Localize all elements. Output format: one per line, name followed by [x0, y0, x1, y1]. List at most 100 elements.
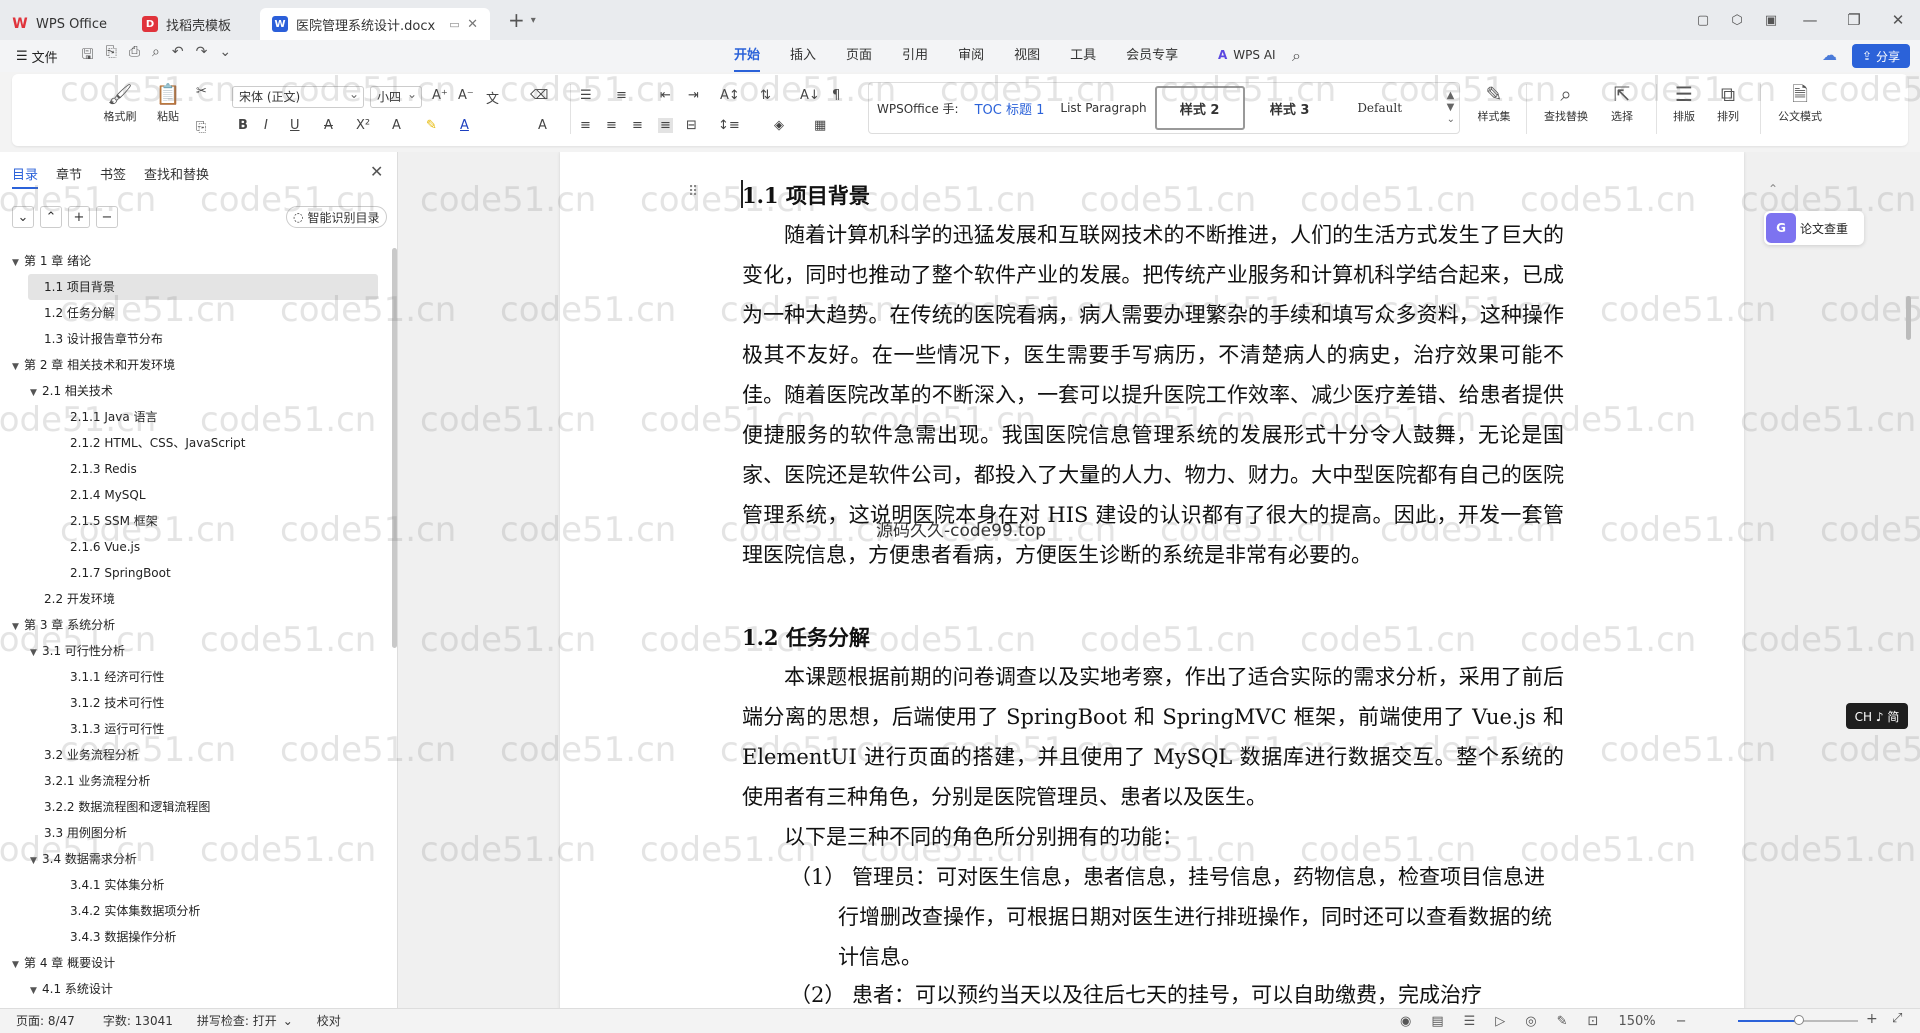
char-shading-icon[interactable]: A [538, 118, 547, 133]
nav-tab-toc[interactable]: 目录 [12, 164, 39, 189]
add-heading-icon[interactable]: + [68, 206, 90, 228]
cube-icon[interactable]: ⬡ [1720, 13, 1754, 28]
tab-review[interactable]: 审阅 [958, 40, 984, 72]
caret-down-icon[interactable]: ▼ [12, 952, 24, 978]
cut-icon[interactable]: ✂ [196, 84, 207, 99]
zoom-out-icon[interactable]: − [1676, 1014, 1687, 1029]
style-wpsoffice[interactable]: WPSOffice 手: [869, 86, 967, 130]
page-indicator[interactable]: 页面: 8/47 [16, 1012, 75, 1029]
ime-indicator[interactable]: CH ♪ 简 [1846, 703, 1908, 729]
save-icon[interactable]: 🖫 [82, 44, 94, 68]
font-color-icon[interactable]: A [460, 118, 469, 133]
proofread[interactable]: 校对 [317, 1012, 341, 1029]
layout-icon[interactable]: ▢ [1686, 13, 1720, 28]
chevron-down-icon[interactable]: ⌄ [219, 44, 231, 68]
align-left-icon[interactable]: ≡ [580, 118, 591, 133]
fullscreen-icon[interactable]: ⤢ [1892, 1011, 1902, 1026]
style-3[interactable]: 样式 3 [1245, 86, 1335, 130]
file-menu[interactable]: ☰ 文件 [16, 47, 58, 66]
nav-tab-bookmarks[interactable]: 书签 [100, 164, 126, 189]
nav-scrollbar[interactable] [392, 248, 397, 648]
underline-icon[interactable]: U [290, 118, 300, 133]
shading-icon[interactable]: ◈ [774, 118, 784, 133]
copy-icon[interactable]: ⎘ [196, 120, 206, 135]
toc-item[interactable]: 3.4.3 数据操作分析 [0, 924, 392, 950]
format-painter-button[interactable]: 🖌 格式刷 [100, 80, 140, 124]
close-window-icon[interactable]: ✕ [1876, 11, 1920, 29]
border-icon[interactable]: ▦ [814, 118, 826, 133]
word-count[interactable]: 字数: 13041 [103, 1012, 173, 1029]
toc-item[interactable]: ▼ 第 2 章 相关技术和开发环境 [0, 352, 392, 378]
share-button[interactable]: ⇪ 分享 [1852, 44, 1910, 68]
caret-down-icon[interactable]: ▼ [30, 848, 42, 874]
strikethrough-icon[interactable]: A [324, 118, 333, 133]
increase-indent-icon[interactable]: ⇥ [688, 88, 699, 103]
caret-down-icon[interactable]: ▼ [12, 614, 24, 640]
tab-insert[interactable]: 插入 [790, 40, 816, 72]
tab-wps-office[interactable]: W WPS Office [0, 8, 130, 40]
spell-check[interactable]: 拼写检查: 打开 [197, 1012, 277, 1029]
toc-item[interactable]: 3.1.1 经济可行性 [0, 664, 392, 690]
highlight-icon[interactable]: ✎ [426, 118, 437, 133]
collapse-side-icon[interactable]: ⌃ [1768, 182, 1778, 196]
decrease-indent-icon[interactable]: ⇤ [660, 88, 671, 103]
toc-item[interactable]: 1.1 项目背景 [28, 274, 378, 300]
expand-icon[interactable]: ⌄ [12, 206, 34, 228]
bullet-list-icon[interactable]: ☰ [580, 88, 592, 103]
sort-az-icon[interactable]: A↓ [800, 88, 820, 103]
official-mode-button[interactable]: 🗎 公文模式 [1770, 80, 1830, 124]
list-item-patient[interactable]: （2） 患者：可以预约当天以及往后七天的挂号，可以自助缴费，完成治疗 [790, 975, 1564, 1006]
tab-home[interactable]: 开始 [734, 40, 761, 72]
search-icon[interactable]: ⌕ [1292, 46, 1301, 66]
tab-close-icon[interactable]: ✕ [467, 17, 478, 32]
nav-tab-find-replace[interactable]: 查找和替换 [144, 164, 209, 189]
zoom-in-icon[interactable]: + [1866, 1011, 1878, 1027]
essay-check-button[interactable]: G 论文查重 [1764, 211, 1864, 245]
line-spacing-icon[interactable]: ↕≡ [718, 118, 740, 133]
print-preview-icon[interactable]: ⌕ [152, 44, 160, 68]
caret-down-icon[interactable]: ▼ [12, 354, 24, 380]
web-view-icon[interactable]: ◎ [1525, 1014, 1536, 1029]
shrink-font-icon[interactable]: A⁻ [458, 88, 474, 103]
style-set-button[interactable]: ✎ 样式集 [1472, 80, 1516, 124]
close-icon[interactable]: ✕ [370, 162, 383, 181]
toc-item[interactable]: ▼ 3.1 可行性分析 [0, 638, 392, 664]
fit-icon[interactable]: ⊡ [1588, 1014, 1599, 1029]
eye-icon[interactable]: ◉ [1400, 1014, 1411, 1029]
paste-button[interactable]: 📋 粘贴 [148, 80, 188, 124]
toc-item[interactable]: ▼ 4.1 系统设计 [0, 976, 392, 1002]
chevron-down-icon[interactable]: ⌄ [283, 1014, 293, 1028]
find-replace-button[interactable]: ⌕ 查找替换 [1536, 80, 1596, 124]
export-icon[interactable]: ⎘ [106, 44, 117, 68]
caret-down-icon[interactable]: ▼ [30, 380, 42, 406]
toc-item[interactable]: 2.1.1 Java 语言 [0, 404, 392, 430]
tab-find-template[interactable]: D 找稻壳模板 [130, 8, 260, 40]
toc-item[interactable]: ▼ 3.4 数据需求分析 [0, 846, 392, 872]
paragraph-task[interactable]: 本课题根据前期的问卷调查以及实地考察，作出了适合实际的需求分析，采用了前后端分离… [742, 657, 1564, 817]
chevron-down-icon[interactable]: ▾ [531, 15, 536, 26]
style-default[interactable]: Default [1335, 86, 1425, 130]
numbered-list-icon[interactable]: ≡ [616, 88, 627, 103]
toc-item[interactable]: 3.2.1 业务流程分析 [0, 768, 392, 794]
remove-heading-icon[interactable]: − [96, 206, 118, 228]
tab-references[interactable]: 引用 [902, 40, 928, 72]
toc-item[interactable]: 3.1.3 运行可行性 [0, 716, 392, 742]
print-icon[interactable]: ⎙ [129, 44, 140, 68]
grow-font-icon[interactable]: A⁺ [432, 88, 448, 103]
toc-item[interactable]: ▼ 第 1 章 绪论 [0, 248, 392, 274]
tab-view[interactable]: 视图 [1014, 40, 1040, 72]
smart-toc-button[interactable]: ◌ 智能识别目录 [286, 206, 387, 228]
phonetic-icon[interactable]: 文 [486, 88, 499, 107]
text-effect-icon[interactable]: A [392, 118, 401, 133]
arrange-button[interactable]: ⧉ 排列 [1708, 80, 1748, 124]
toc-item[interactable]: 2.1.7 SpringBoot [0, 560, 392, 586]
avatar[interactable]: ▣ [1754, 13, 1788, 28]
superscript-icon[interactable]: X² [356, 118, 370, 133]
restore-icon[interactable]: ❐ [1832, 11, 1876, 29]
toc-item[interactable]: 2.1.6 Vue.js [0, 534, 392, 560]
tab-monitor-icon[interactable]: ▭ [449, 18, 459, 31]
style-toc-heading1[interactable]: TOC 标题 1 [967, 86, 1053, 130]
layout-button[interactable]: ☰ 排版 [1664, 80, 1704, 124]
toc-item[interactable]: ▼ 第 3 章 系统分析 [0, 612, 392, 638]
gallery-scroll-icon[interactable]: ▲ ▼ ⌄ [1447, 90, 1455, 126]
